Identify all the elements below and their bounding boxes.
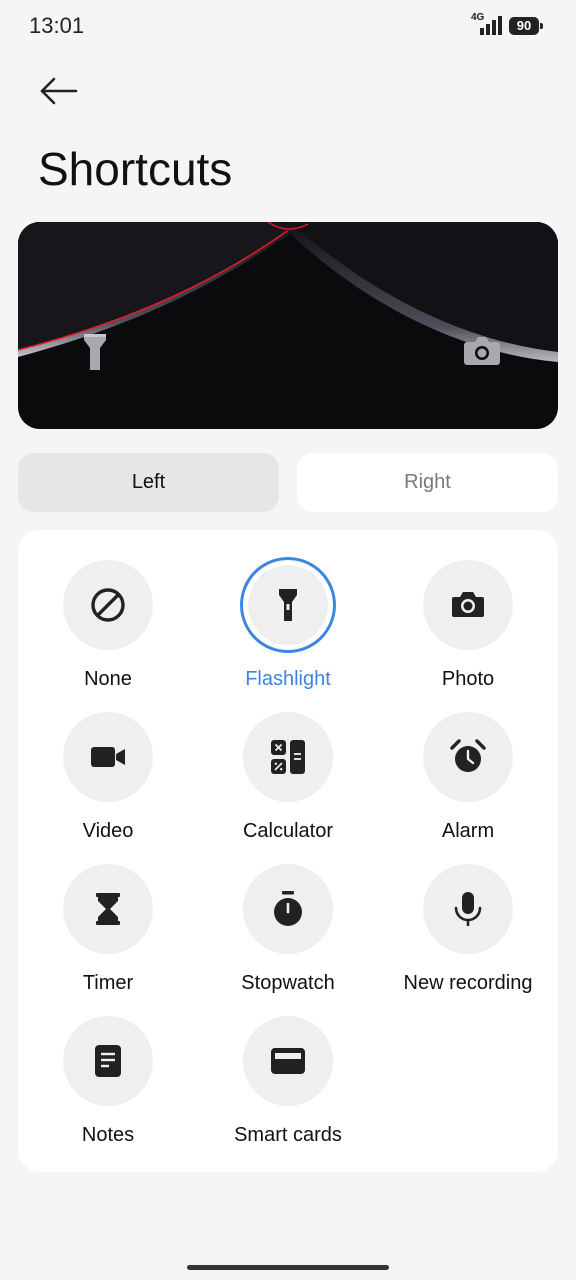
camera-icon[interactable] (463, 335, 501, 367)
video-icon (91, 747, 125, 767)
option-icon-button[interactable] (63, 1016, 153, 1106)
tab-left[interactable]: Left (18, 453, 279, 512)
option-icon-button[interactable] (423, 864, 513, 954)
option-label: Notes (81, 1124, 135, 1146)
camera-icon (452, 592, 484, 617)
option-icon-button[interactable] (423, 712, 513, 802)
hourglass-icon (96, 893, 120, 925)
option-flashlight[interactable]: Flashlight (198, 530, 378, 690)
option-notes[interactable]: Notes (18, 986, 198, 1146)
status-time: 13:01 (29, 13, 85, 38)
option-new-recording[interactable]: New recording (378, 834, 558, 994)
option-icon-button[interactable] (63, 560, 153, 650)
option-none[interactable]: None (18, 530, 198, 690)
stopwatch-icon (274, 891, 302, 926)
option-icon-button[interactable] (63, 864, 153, 954)
microphone-icon (454, 892, 482, 926)
option-icon-button[interactable] (243, 1016, 333, 1106)
lockscreen-preview (18, 222, 558, 429)
option-label: New recording (403, 972, 533, 994)
flashlight-icon (279, 589, 297, 621)
option-icon-button[interactable] (63, 712, 153, 802)
option-icon-button[interactable] (243, 712, 333, 802)
home-indicator[interactable] (187, 1265, 389, 1270)
back-button[interactable] (36, 72, 84, 112)
status-bar: 13:01 4G 90 (0, 0, 576, 56)
option-calculator[interactable]: Calculator (198, 682, 378, 842)
option-stopwatch[interactable]: Stopwatch (198, 834, 378, 994)
flashlight-icon[interactable] (82, 332, 108, 372)
option-timer[interactable]: Timer (18, 834, 198, 994)
preview-wallpaper (18, 222, 558, 429)
none-icon (91, 588, 125, 622)
option-icon-button[interactable] (240, 557, 336, 653)
option-smart-cards[interactable]: Smart cards (198, 986, 378, 1146)
battery-icon: 90 (509, 17, 543, 35)
battery-level: 90 (509, 17, 539, 35)
option-photo[interactable]: Photo (378, 530, 558, 690)
screen: 13:01 4G 90 Shortcuts Left Right None Fl… (0, 0, 576, 1280)
notes-icon (95, 1045, 121, 1077)
option-icon-button[interactable] (423, 560, 513, 650)
card-icon (271, 1048, 305, 1074)
signal-icon (480, 16, 502, 35)
tab-right[interactable]: Right (297, 453, 558, 512)
option-label: Smart cards (234, 1124, 342, 1146)
alarm-icon (450, 739, 486, 772)
option-icon-button[interactable] (243, 864, 333, 954)
calculator-icon (271, 740, 305, 774)
page-title: Shortcuts (38, 143, 233, 195)
arrow-left-icon (40, 77, 78, 105)
option-video[interactable]: Video (18, 682, 198, 842)
option-alarm[interactable]: Alarm (378, 682, 558, 842)
shortcut-options-grid: None Flashlight Photo Video Calculator A… (18, 530, 558, 1172)
